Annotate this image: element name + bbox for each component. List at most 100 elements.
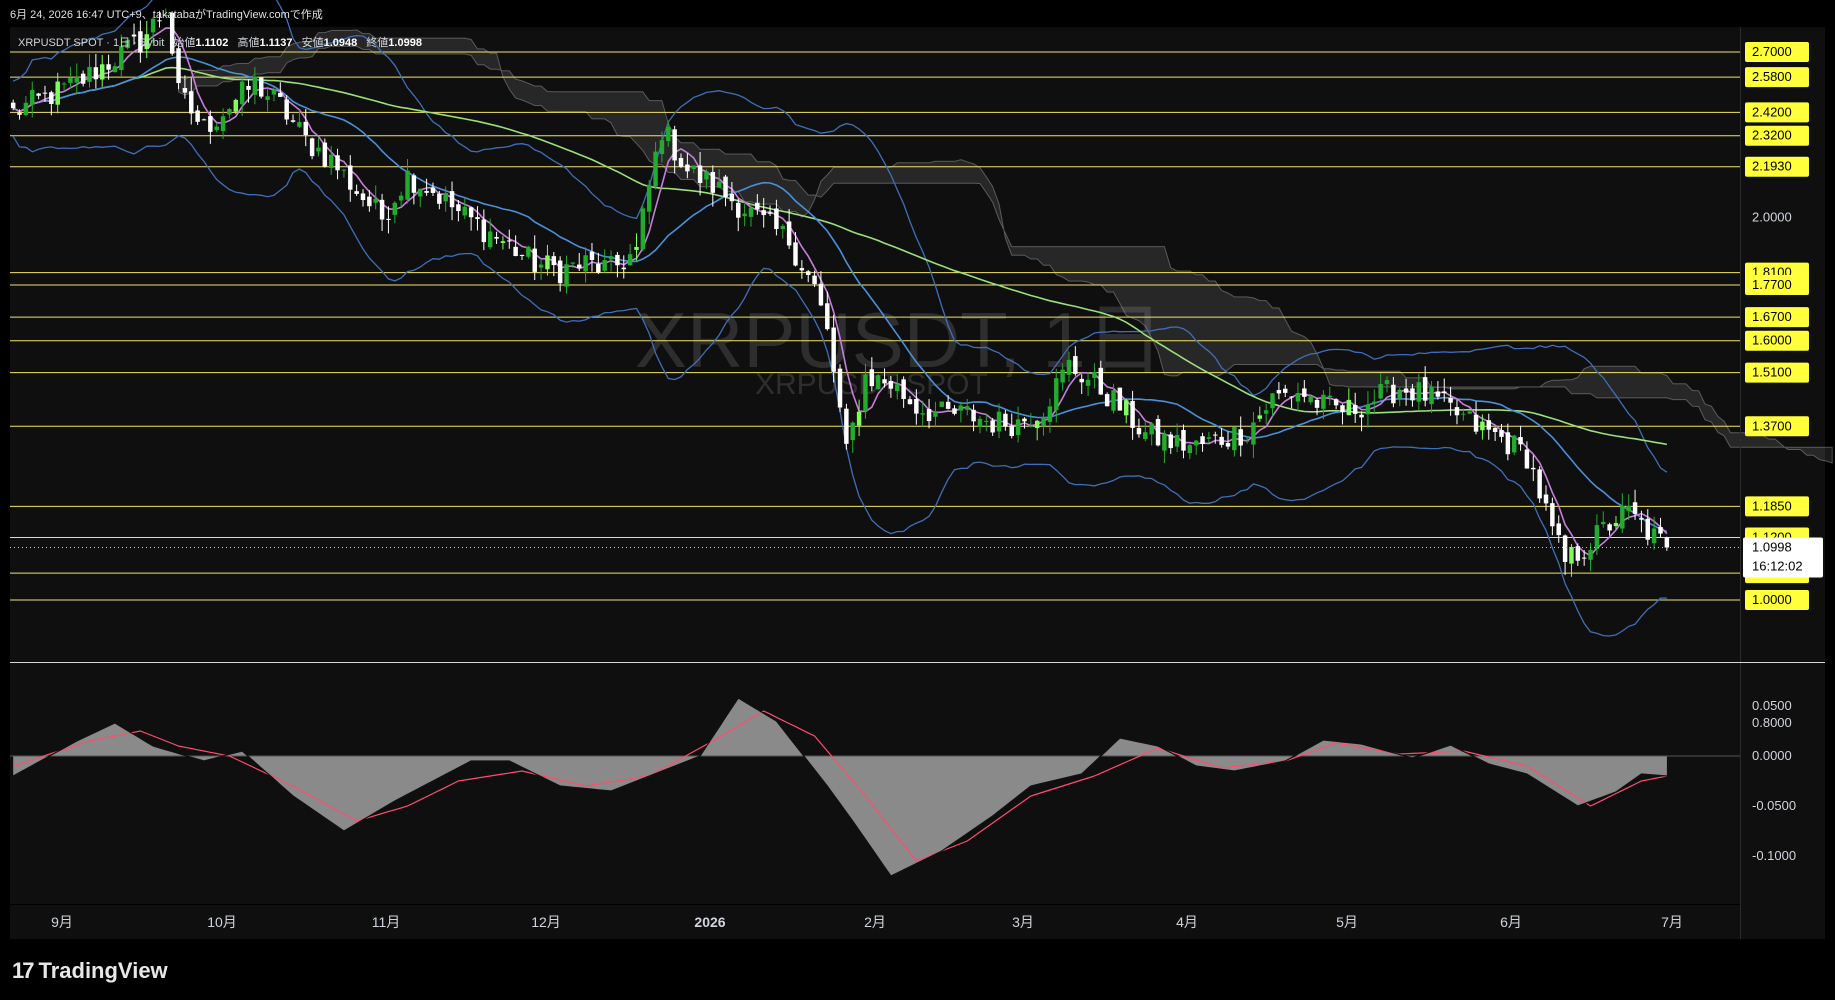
candle-body[interactable] bbox=[557, 260, 563, 284]
candle-body[interactable] bbox=[1283, 388, 1288, 393]
candle-body[interactable] bbox=[577, 264, 582, 268]
candle-body[interactable] bbox=[1658, 527, 1663, 534]
candle-body[interactable] bbox=[93, 67, 99, 80]
candle-body[interactable] bbox=[189, 91, 194, 114]
candle-body[interactable] bbox=[1442, 391, 1447, 394]
candle-body[interactable] bbox=[1352, 404, 1358, 414]
candle-body[interactable] bbox=[1181, 429, 1186, 451]
candle-body[interactable] bbox=[443, 192, 448, 202]
candle-body[interactable] bbox=[729, 193, 735, 202]
candle-body[interactable] bbox=[481, 219, 487, 243]
candle-body[interactable] bbox=[265, 96, 270, 100]
candle-body[interactable] bbox=[1562, 535, 1568, 562]
candle-body[interactable] bbox=[322, 142, 328, 167]
candle-body[interactable] bbox=[1556, 523, 1561, 536]
candle-body[interactable] bbox=[42, 92, 48, 94]
candle-body[interactable] bbox=[634, 246, 639, 250]
candle-body[interactable] bbox=[831, 327, 836, 372]
candle-body[interactable] bbox=[990, 420, 995, 433]
candle-body[interactable] bbox=[36, 93, 41, 96]
candle-body[interactable] bbox=[564, 264, 569, 287]
candle-body[interactable] bbox=[1378, 384, 1383, 399]
candle-body[interactable] bbox=[825, 303, 830, 330]
candle-body[interactable] bbox=[335, 155, 340, 171]
candle-body[interactable] bbox=[1085, 379, 1091, 386]
candle-body[interactable] bbox=[1168, 434, 1173, 449]
candle-body[interactable] bbox=[1022, 418, 1027, 422]
candle-body[interactable] bbox=[977, 418, 983, 427]
candle-body[interactable] bbox=[1594, 525, 1600, 549]
candle-body[interactable] bbox=[697, 165, 703, 183]
candle-body[interactable] bbox=[182, 87, 188, 93]
candle-body[interactable] bbox=[895, 384, 900, 392]
candle-body[interactable] bbox=[1327, 395, 1332, 398]
candle-body[interactable] bbox=[1365, 404, 1371, 415]
candle-body[interactable] bbox=[1384, 380, 1390, 384]
candle-body[interactable] bbox=[49, 92, 54, 105]
candle-body[interactable] bbox=[1244, 440, 1250, 442]
candle-body[interactable] bbox=[379, 199, 385, 220]
candle-body[interactable] bbox=[373, 198, 378, 203]
candle-body[interactable] bbox=[1664, 537, 1670, 548]
candle-body[interactable] bbox=[259, 77, 264, 97]
candle-body[interactable] bbox=[1066, 359, 1072, 375]
candle-body[interactable] bbox=[1588, 550, 1593, 560]
candle-body[interactable] bbox=[1079, 378, 1084, 383]
candle-body[interactable] bbox=[1537, 469, 1542, 499]
candle-body[interactable] bbox=[964, 406, 970, 410]
candle-body[interactable] bbox=[583, 255, 588, 272]
candle-body[interactable] bbox=[1473, 414, 1479, 432]
candle-body[interactable] bbox=[418, 188, 423, 197]
candle-body[interactable] bbox=[195, 110, 200, 122]
candle-body[interactable] bbox=[61, 83, 67, 85]
candle-body[interactable] bbox=[1162, 434, 1167, 451]
candle-body[interactable] bbox=[863, 374, 868, 412]
candle-body[interactable] bbox=[220, 116, 226, 132]
candle-body[interactable] bbox=[87, 66, 92, 82]
candle-body[interactable] bbox=[1130, 400, 1135, 428]
candle-body[interactable] bbox=[1047, 406, 1053, 422]
candle-body[interactable] bbox=[1238, 429, 1243, 446]
candle-body[interactable] bbox=[939, 401, 945, 407]
candle-body[interactable] bbox=[837, 368, 843, 408]
candle-body[interactable] bbox=[112, 66, 118, 73]
candle-body[interactable] bbox=[246, 85, 251, 90]
candle-body[interactable] bbox=[1511, 435, 1517, 453]
candle-body[interactable] bbox=[23, 102, 29, 116]
candle-body[interactable] bbox=[538, 264, 544, 268]
candle-body[interactable] bbox=[449, 191, 455, 208]
candle-body[interactable] bbox=[303, 121, 308, 135]
candle-body[interactable] bbox=[1486, 420, 1491, 430]
candle-body[interactable] bbox=[1174, 434, 1180, 447]
candle-body[interactable] bbox=[309, 138, 315, 157]
candle-body[interactable] bbox=[1346, 399, 1352, 416]
candle-body[interactable] bbox=[1104, 394, 1110, 407]
candle-body[interactable] bbox=[672, 129, 677, 161]
candle-body[interactable] bbox=[341, 169, 347, 171]
candle-body[interactable] bbox=[74, 76, 80, 83]
candle-body[interactable] bbox=[907, 399, 913, 405]
candle-body[interactable] bbox=[348, 165, 353, 190]
candle-body[interactable] bbox=[646, 184, 652, 212]
candle-body[interactable] bbox=[55, 81, 60, 105]
candle-body[interactable] bbox=[30, 90, 35, 105]
candle-body[interactable] bbox=[1034, 420, 1040, 429]
candle-body[interactable] bbox=[914, 398, 919, 414]
candle-body[interactable] bbox=[875, 375, 881, 390]
candle-body[interactable] bbox=[405, 170, 410, 200]
candle-body[interactable] bbox=[1270, 393, 1275, 409]
candle-body[interactable] bbox=[901, 379, 906, 399]
candle-body[interactable] bbox=[437, 193, 442, 204]
candle-body[interactable] bbox=[1251, 422, 1256, 445]
candle-body[interactable] bbox=[615, 254, 620, 266]
candle-body[interactable] bbox=[1308, 396, 1313, 403]
candle-body[interactable] bbox=[1060, 369, 1065, 383]
candle-body[interactable] bbox=[1054, 378, 1059, 411]
candle-body[interactable] bbox=[627, 254, 633, 266]
candle-body[interactable] bbox=[1124, 400, 1129, 416]
candle-body[interactable] bbox=[456, 204, 461, 212]
candle-body[interactable] bbox=[214, 126, 219, 131]
candle-body[interactable] bbox=[424, 190, 429, 193]
candle-body[interactable] bbox=[1009, 425, 1014, 437]
tradingview-logo[interactable]: 17 TradingView bbox=[12, 958, 168, 984]
